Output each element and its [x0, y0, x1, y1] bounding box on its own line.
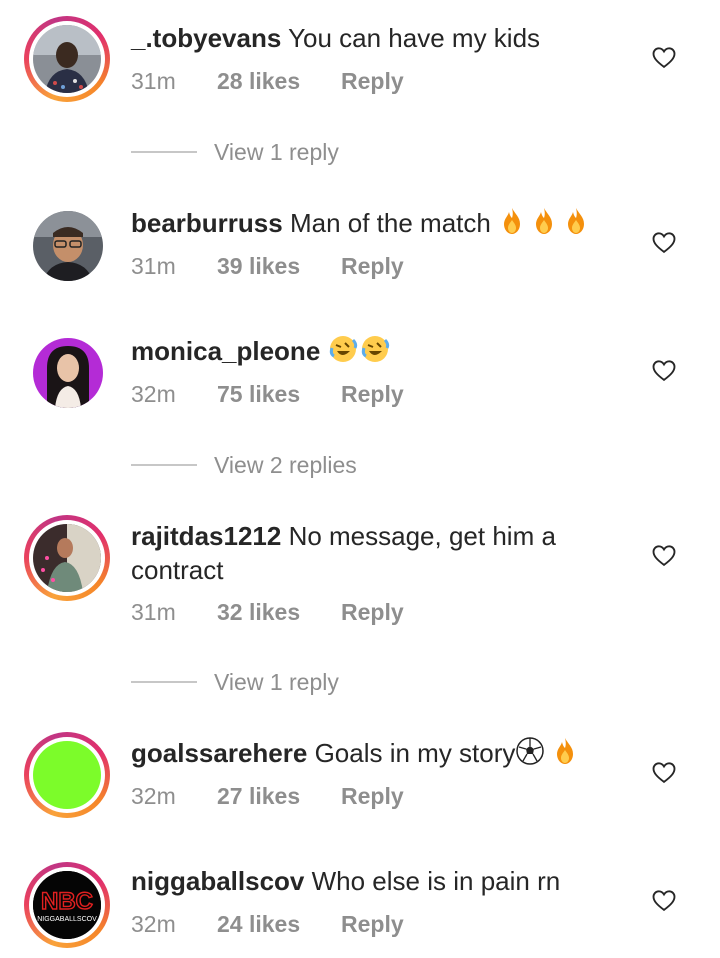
comment-time: 31m: [131, 253, 176, 279]
comment-meta: 32m 24 likes Reply: [131, 909, 404, 939]
comment-body: You can have my kids: [288, 23, 541, 53]
divider-line: [131, 151, 197, 153]
comment-time: 32m: [131, 783, 176, 809]
comment-time: 32m: [131, 911, 176, 937]
heart-icon[interactable]: [650, 541, 678, 569]
story-ring[interactable]: NBC NIGGABALLSCOV: [24, 862, 110, 948]
comment-username[interactable]: niggaballscov: [131, 866, 304, 896]
svg-text:NIGGABALLSCOV: NIGGABALLSCOV: [37, 916, 97, 923]
heart-icon[interactable]: [650, 228, 678, 256]
fire-icon: [498, 206, 526, 244]
comment-meta: 32m 27 likes Reply: [131, 781, 404, 811]
reply-button[interactable]: Reply: [341, 379, 404, 409]
comment-text: bearburruss Man of the match: [131, 206, 611, 244]
comment-username[interactable]: rajitdas1212: [131, 521, 281, 551]
comment-time: 32m: [131, 381, 176, 407]
rolling-laughing-icon: [328, 334, 358, 372]
soccer-ball-icon: [515, 736, 545, 774]
view-replies-label: View 1 reply: [214, 139, 339, 165]
comment-meta: 31m 32 likes Reply: [131, 597, 404, 627]
comment-text: niggaballscov Who else is in pain rn: [131, 864, 611, 898]
avatar[interactable]: [33, 524, 101, 592]
heart-icon[interactable]: [650, 758, 678, 786]
divider-line: [131, 464, 197, 466]
likes-count[interactable]: 39 likes: [217, 251, 341, 281]
svg-text:NBC: NBC: [41, 888, 93, 915]
comment-meta: 31m 39 likes Reply: [131, 251, 404, 281]
comment-body: Goals in my story: [314, 738, 516, 768]
likes-count[interactable]: 27 likes: [217, 781, 341, 811]
comment-text: monica_pleone: [131, 334, 611, 372]
fire-icon: [562, 206, 590, 244]
avatar[interactable]: [33, 338, 103, 408]
likes-count[interactable]: 32 likes: [217, 597, 341, 627]
reply-button[interactable]: Reply: [341, 66, 404, 96]
comment-username[interactable]: bearburruss: [131, 208, 283, 238]
comment-meta: 31m 28 likes Reply: [131, 66, 404, 96]
heart-icon[interactable]: [650, 43, 678, 71]
fire-icon: [551, 736, 579, 774]
story-ring[interactable]: [24, 515, 110, 601]
view-replies-label: View 1 reply: [214, 669, 339, 695]
avatar[interactable]: [33, 741, 101, 809]
comment-body-line2: contract: [131, 555, 224, 585]
comment-username[interactable]: _.tobyevans: [131, 23, 281, 53]
reply-button[interactable]: Reply: [341, 597, 404, 627]
rolling-laughing-icon: [360, 334, 390, 372]
comment-text: goalssarehere Goals in my story: [131, 736, 611, 774]
view-replies-label: View 2 replies: [214, 452, 357, 478]
story-ring[interactable]: [24, 16, 110, 102]
comment-time: 31m: [131, 68, 176, 94]
heart-icon[interactable]: [650, 356, 678, 384]
comment-body: Man of the match: [289, 208, 491, 238]
comment-time: 31m: [131, 599, 176, 625]
comment-meta: 32m 75 likes Reply: [131, 379, 404, 409]
nbc-logo: NBC NIGGABALLSCOV: [33, 871, 101, 939]
avatar[interactable]: [33, 25, 101, 93]
heart-icon[interactable]: [650, 886, 678, 914]
avatar[interactable]: [33, 211, 103, 281]
divider-line: [131, 681, 197, 683]
comment-body: Who else is in pain rn: [311, 866, 561, 896]
comment-body: No message, get him a: [288, 521, 556, 551]
comment-text: _.tobyevans You can have my kids: [131, 21, 611, 55]
likes-count[interactable]: 24 likes: [217, 909, 341, 939]
avatar[interactable]: NBC NIGGABALLSCOV: [33, 871, 101, 939]
likes-count[interactable]: 75 likes: [217, 379, 341, 409]
reply-button[interactable]: Reply: [341, 781, 404, 811]
reply-button[interactable]: Reply: [341, 909, 404, 939]
story-ring[interactable]: [24, 732, 110, 818]
fire-icon: [530, 206, 558, 244]
reply-button[interactable]: Reply: [341, 251, 404, 281]
likes-count[interactable]: 28 likes: [217, 66, 341, 96]
comment-username[interactable]: goalssarehere: [131, 738, 307, 768]
comment-text: rajitdas1212 No message, get him a contr…: [131, 519, 611, 587]
comment-username[interactable]: monica_pleone: [131, 336, 320, 366]
